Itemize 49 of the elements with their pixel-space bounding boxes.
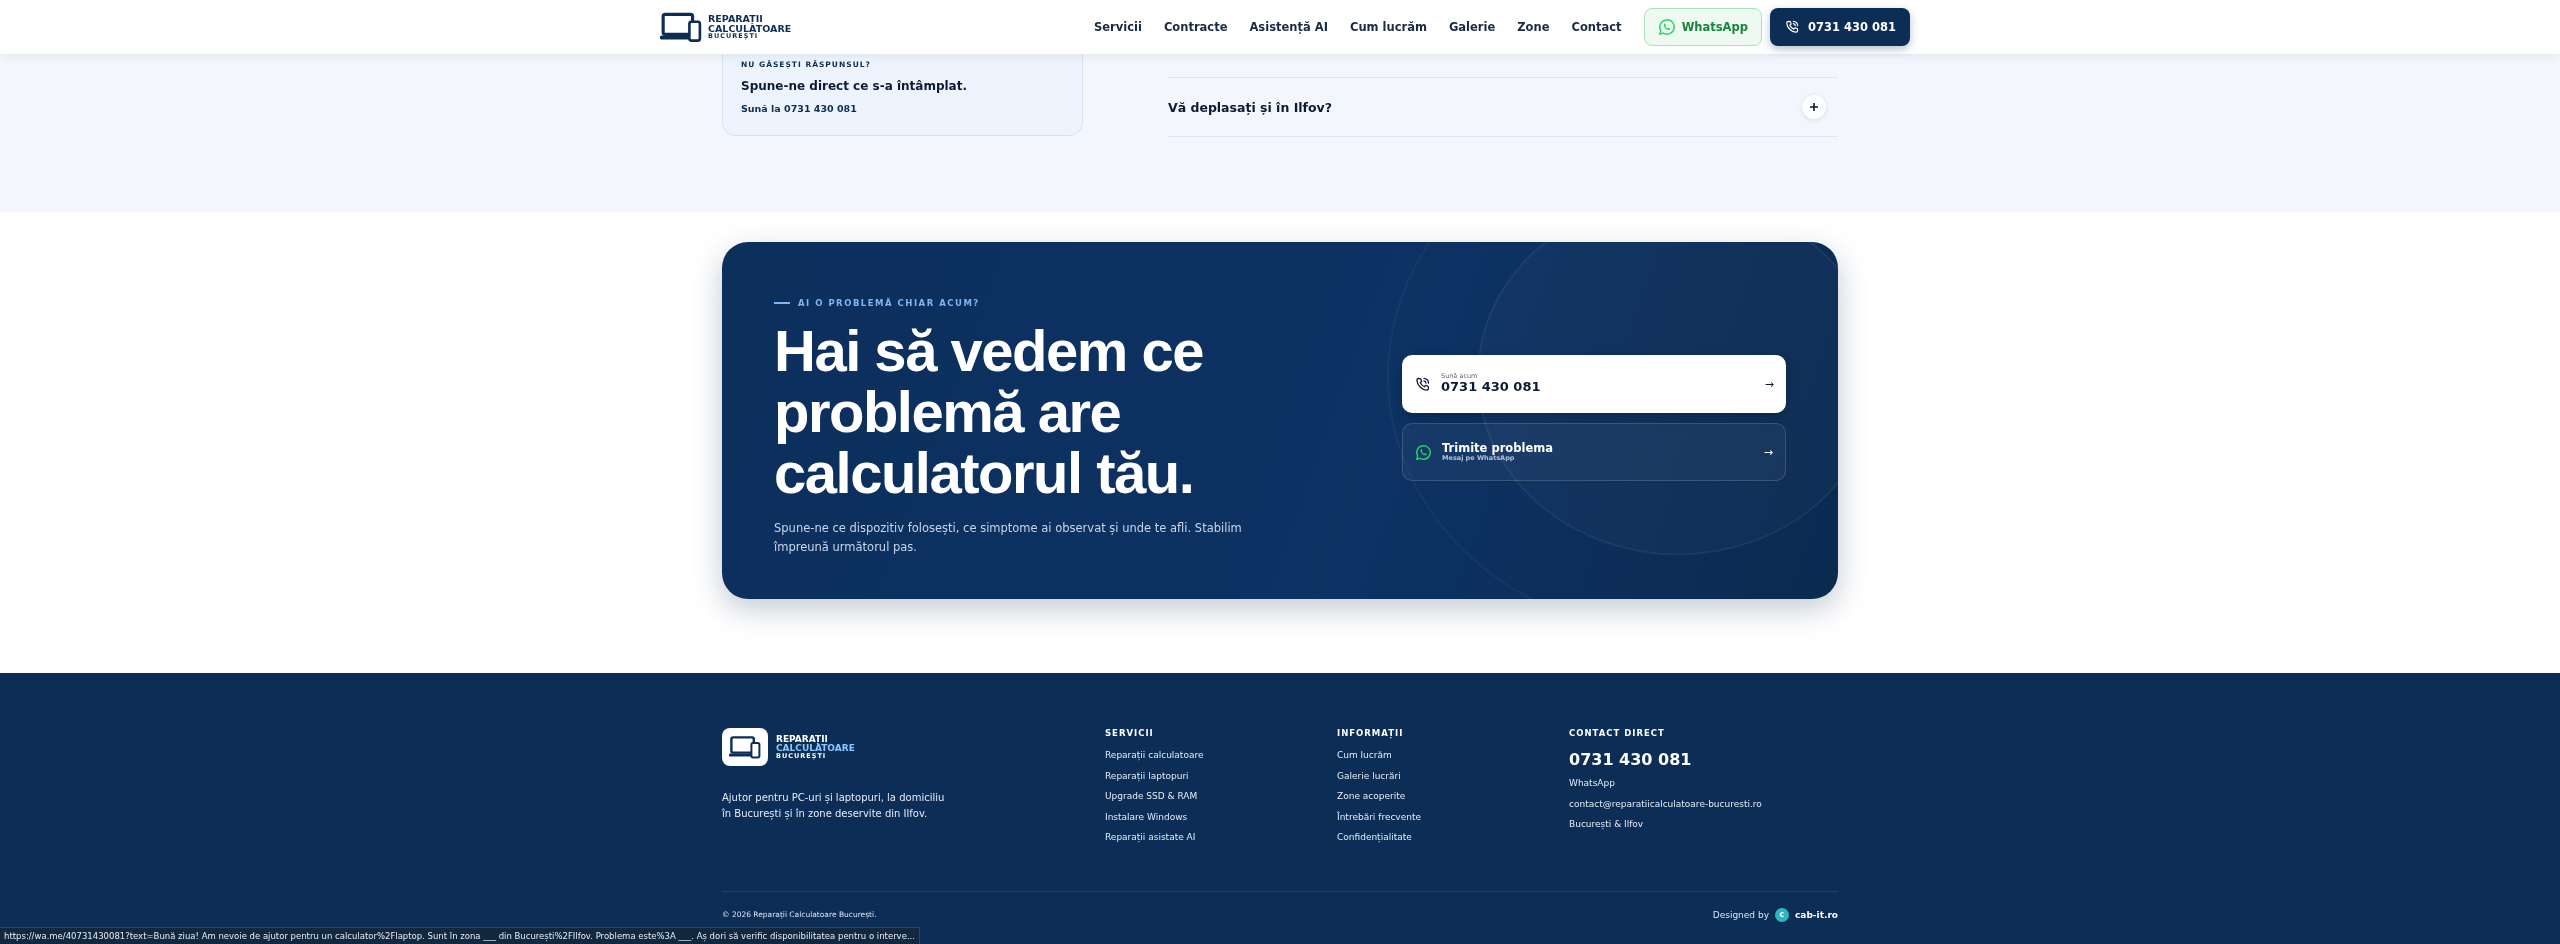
- whatsapp-button[interactable]: WhatsApp: [1643, 8, 1762, 46]
- footer-link[interactable]: WhatsApp: [1569, 778, 1615, 788]
- nav-link[interactable]: Zone: [1517, 20, 1550, 34]
- footer-link[interactable]: București & Ilfov: [1569, 819, 1644, 829]
- nav-link[interactable]: Cum lucrăm: [1349, 20, 1427, 34]
- status-bar: https://wa.me/40731430081?text=Bună ziua! Am nevoie de ajutor pentru un calculator%2Flaptop. Sunt în zona ___ din București%2FIlfov. Problema este%3A ___. Aș dori să verific disponibilitatea pentru o interve...: [0, 927, 920, 944]
- laptop-icon: [729, 735, 761, 759]
- logo-text: REPARAȚII: [708, 14, 764, 24]
- footer-link[interactable]: Instalare Windows: [1105, 811, 1188, 822]
- cta-eyebrow: AI O PROBLEMĂ CHIAR ACUM?: [798, 298, 980, 308]
- phone-link[interactable]: 0731 430 081: [1569, 750, 1692, 769]
- laptop-icon: [660, 11, 702, 43]
- phone-button[interactable]: 0731 430 081: [1769, 8, 1910, 46]
- logo-text: REPARAȚII: [776, 734, 828, 744]
- plus-icon: [1809, 102, 1819, 112]
- footer-link[interactable]: Întrebări frecvente: [1337, 811, 1421, 822]
- footer-link[interactable]: Reparații laptopuri: [1105, 770, 1189, 781]
- footer-link[interactable]: Confidențialitate: [1337, 832, 1412, 842]
- footer-link[interactable]: Zone acoperite: [1337, 791, 1406, 801]
- cta-description: Spune-ne ce dispozitiv folosești, ce simptome ai observat și unde te afli. Stabilim împreună următorul pas.: [774, 520, 1243, 556]
- whatsapp-icon: [1657, 18, 1676, 36]
- nav-link[interactable]: Galerie: [1448, 20, 1496, 34]
- column-heading: INFORMAȚII: [1337, 728, 1404, 738]
- column-heading: SERVICII: [1105, 728, 1154, 738]
- nav-link[interactable]: Servicii: [1094, 20, 1142, 34]
- expand-button[interactable]: [1802, 95, 1826, 119]
- column-heading: CONTACT DIRECT: [1569, 728, 1665, 738]
- cta-heading: Hai să vedem ce problemă are calculatorul tău.: [774, 320, 1204, 503]
- designer-badge: c: [1775, 907, 1789, 922]
- phone-icon: [1414, 375, 1431, 393]
- whatsapp-icon: [1415, 443, 1432, 461]
- footer-link[interactable]: Reparații calculatoare: [1105, 750, 1204, 760]
- card-title: Spune-ne direct ce s-a întâmplat.: [741, 79, 967, 93]
- logo-text: CALCULATOARE: [708, 23, 792, 34]
- credit-text: Designed by: [1712, 909, 1769, 920]
- footer-link[interactable]: contact@reparatiicalculatoare-bucuresti.ro: [1569, 798, 1762, 809]
- nav-link[interactable]: Contracte: [1163, 20, 1228, 34]
- footer-link[interactable]: Upgrade SSD & RAM: [1105, 791, 1198, 801]
- footer-link[interactable]: Cum lucrăm: [1337, 750, 1392, 760]
- phone-link[interactable]: Sună la 0731 430 081: [741, 103, 857, 114]
- faq-question[interactable]: Vă deplasați și în Ilfov?: [1168, 99, 1332, 115]
- nav-link[interactable]: Asistență AI: [1249, 20, 1328, 34]
- designer-link[interactable]: cab-it.ro: [1795, 909, 1838, 920]
- nav-link[interactable]: Contact: [1571, 20, 1622, 34]
- logo-text: CALCULATOARE: [776, 743, 855, 753]
- footer-description: Ajutor pentru PC-uri și laptopuri, la domiciliu în București și în zone deservite din Ilfov.: [722, 791, 946, 822]
- footer-link[interactable]: Reparații asistate AI: [1105, 832, 1196, 842]
- phone-icon: [1783, 19, 1800, 35]
- footer-link[interactable]: Galerie lucrări: [1337, 770, 1401, 781]
